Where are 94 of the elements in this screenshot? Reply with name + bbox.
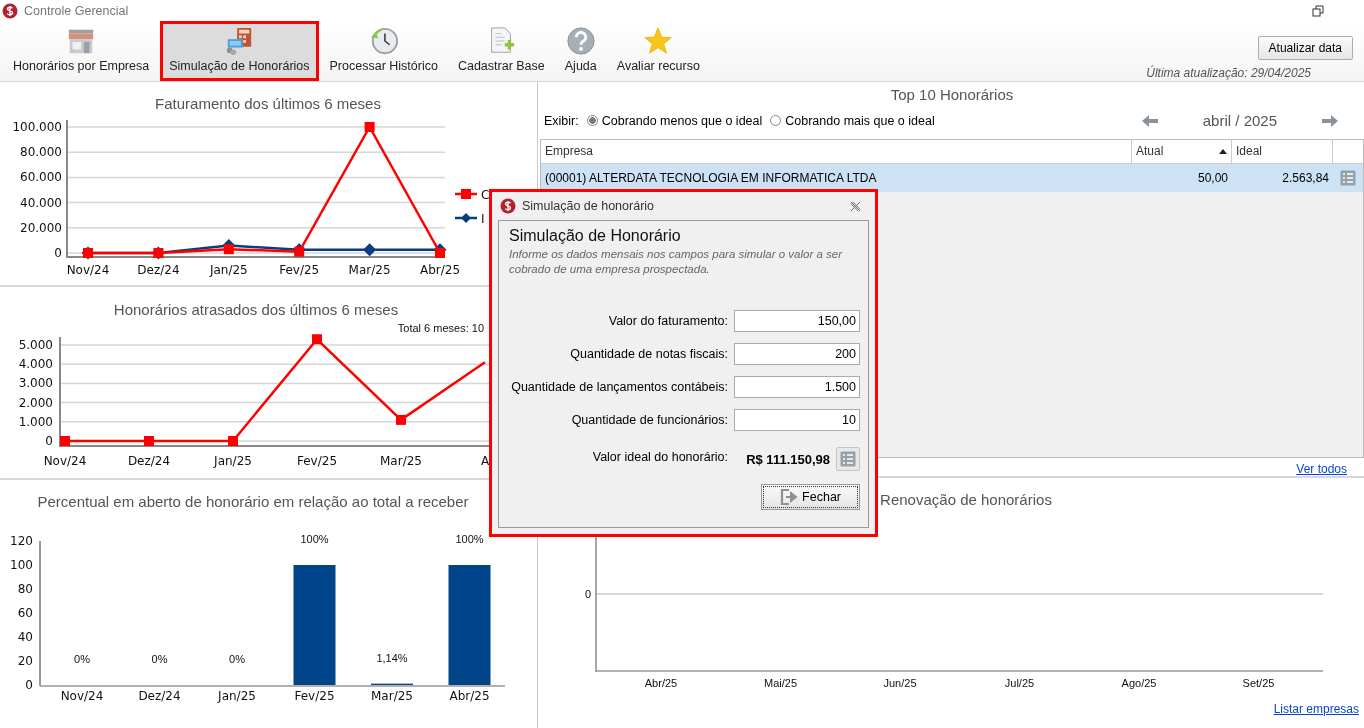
toolbar-button[interactable]: Processar Histórico <box>320 21 447 81</box>
input-field[interactable]: 10 <box>734 409 860 431</box>
result-value: R$ 111.150,98 <box>746 451 830 467</box>
axis-label: Jun/25 <box>883 677 917 689</box>
value-label: 100% <box>300 533 329 545</box>
column-header[interactable]: Atual <box>1132 139 1232 163</box>
radio-option[interactable]: Cobrando mais que o ideal <box>770 113 935 128</box>
axis-label: Abr/25 <box>449 689 490 703</box>
field-label: Quantidade de funcionários: <box>570 413 728 427</box>
axis-label: Ago/25 <box>1121 677 1157 689</box>
axis-label: 60 <box>17 606 33 620</box>
axis-label: 20.000 <box>20 220 62 235</box>
axis-label: 60.000 <box>20 170 62 185</box>
axis-label: Jan/25 <box>209 263 248 277</box>
chart-title: Faturamento dos últimos 6 meses <box>155 95 381 112</box>
axis-label: 100 <box>10 558 33 572</box>
axis-label: 0 <box>25 678 33 692</box>
axis-label: Fev/25 <box>294 689 335 703</box>
axis-label: Jan/25 <box>218 689 256 703</box>
axis-label: 120 <box>10 534 33 548</box>
axis-label: Nov/24 <box>60 689 104 703</box>
show-label: Exibir: <box>544 113 579 128</box>
result-label: Valor ideal do honorário: <box>591 449 728 464</box>
axis-label: 100.000 <box>12 120 62 134</box>
axis-label: Fev/25 <box>297 454 337 468</box>
panel-title: Top 10 Honorários <box>889 85 1015 105</box>
axis-label: 80 <box>17 582 33 596</box>
chart-title: Percentual em aberto de honorário em relação ao total a receber <box>37 493 469 510</box>
close-button[interactable]: Fechar <box>761 484 860 510</box>
axis-label: Set/25 <box>1242 677 1275 689</box>
table-cell-text: 50,00 <box>1196 170 1229 185</box>
axis-label: Mar/25 <box>380 454 422 468</box>
toolbar-button[interactable]: Avaliar recurso <box>607 21 709 81</box>
axis-label: Dez/24 <box>127 454 171 468</box>
axis-label: 4.000 <box>18 357 53 372</box>
field-label: Quantidade de lançamentos contábeis: <box>510 380 728 394</box>
dialog-title: Simulação de honorário <box>522 199 655 213</box>
axis-label: 3.000 <box>18 376 53 391</box>
axis-label: Abr/25 <box>419 263 461 277</box>
total-label: Total 6 meses: 10 <box>397 322 484 334</box>
axis-label: 5.000 <box>18 338 53 352</box>
legend-label: I <box>481 212 485 226</box>
axis-label: 40.000 <box>20 195 62 210</box>
toolbar-button[interactable]: Cadastrar Base <box>448 21 554 81</box>
chart-title: Renovação de honorários <box>880 491 1052 508</box>
axis-label: Dez/24 <box>138 689 181 703</box>
axis-label: 0 <box>45 434 53 448</box>
last-update-text: Última atualização: 29/04/2025 <box>1146 66 1311 80</box>
field-label: Valor do faturamento: <box>607 314 728 328</box>
axis-label: 1.000 <box>18 414 53 429</box>
toolbar-button[interactable]: Honorários por Empresa <box>4 21 159 81</box>
value-label: 0% <box>74 653 90 665</box>
axis-label: Nov/24 <box>43 454 87 468</box>
axis-label: Abr/25 <box>644 677 678 689</box>
input-field[interactable]: 1.500 <box>734 376 860 398</box>
column-header[interactable]: Ideal <box>1232 139 1333 163</box>
radio-option[interactable]: Cobrando menos que o ideal <box>586 113 763 128</box>
update-button[interactable]: Atualizar data <box>1257 36 1353 60</box>
axis-label: 40 <box>17 630 33 644</box>
period-label: abril / 2025 <box>1202 112 1277 130</box>
value-label: 0% <box>151 653 168 665</box>
value-label: 1,14% <box>376 651 408 664</box>
table-cell-text: 2.563,84 <box>1281 170 1330 185</box>
axis-label: Fev/25 <box>279 263 320 277</box>
toolbar-button[interactable]: Simulação de Honorários <box>160 21 319 81</box>
list-companies-link[interactable]: Listar empresas <box>1273 702 1359 716</box>
value-label: 0% <box>229 653 245 665</box>
axis-label: Jul/25 <box>1004 677 1035 689</box>
axis-label: Jan/25 <box>214 454 252 468</box>
axis-label: 0 <box>584 588 591 600</box>
field-label: Quantidade de notas fiscais: <box>569 347 728 361</box>
axis-label: Mar/25 <box>371 689 413 703</box>
axis-label: 0 <box>54 246 62 260</box>
dialog-description: Informe os dados mensais nos campos para simular o valor a ser cobrado de uma empresa prospectada. <box>509 247 844 277</box>
chart-title: Honorários atrasados dos últimos 6 meses <box>113 301 399 318</box>
window-title: Controle Gerencial <box>24 3 129 18</box>
column-header[interactable]: Empresa <box>541 139 1132 163</box>
input-field[interactable]: 150,00 <box>734 310 860 332</box>
dialog-heading: Simulação de Honorário <box>509 227 682 245</box>
axis-label: A <box>480 454 490 468</box>
axis-label: Mar/25 <box>348 263 391 277</box>
axis-label: 20 <box>17 654 33 668</box>
axis-label: Dez/24 <box>137 263 180 277</box>
input-field[interactable]: 200 <box>734 343 860 365</box>
axis-label: 2.000 <box>18 395 53 410</box>
toolbar-button[interactable]: Ajuda <box>555 21 606 81</box>
value-label: 100% <box>455 533 484 545</box>
table-cell-text: (00001) ALTERDATA TECNOLOGIA EM INFORMATICA LTDA <box>544 170 878 185</box>
axis-label: Nov/24 <box>66 263 110 277</box>
axis-label: 80.000 <box>20 145 62 160</box>
table-row[interactable]: (00001) ALTERDATA TECNOLOGIA EM INFORMATICA LTDA 50,00 2.563,84 <box>541 163 1363 192</box>
axis-label: Mai/25 <box>764 677 797 689</box>
legend-label: C <box>481 188 490 202</box>
view-all-link[interactable]: Ver todos <box>1296 462 1347 476</box>
